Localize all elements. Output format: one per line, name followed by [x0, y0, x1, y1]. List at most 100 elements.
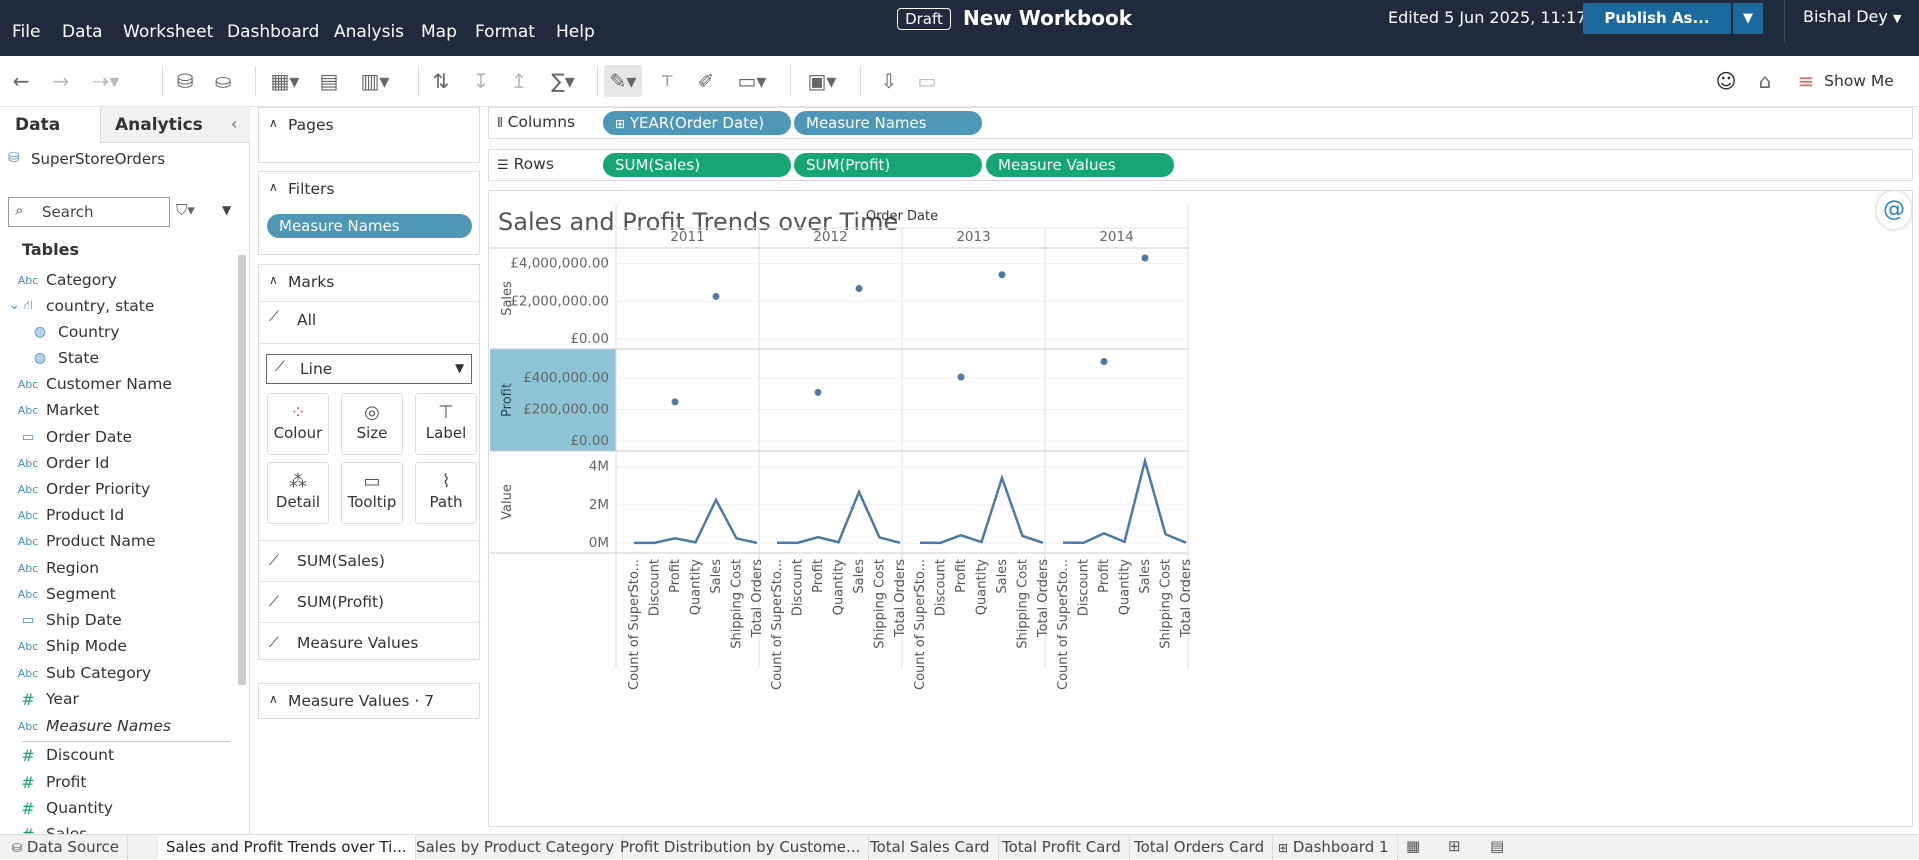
field-sub-category[interactable]: Abc Sub Category: [10, 660, 152, 686]
sort-descending-icon[interactable]: ↥: [506, 68, 532, 94]
annotate-icon[interactable]: ✐: [693, 68, 719, 94]
size-button[interactable]: ◎ Size: [341, 393, 403, 455]
user-menu[interactable]: Bishal Dey ▼: [1803, 7, 1901, 26]
menu-map[interactable]: Map: [421, 22, 457, 42]
filter-pill-measure-names[interactable]: Measure Names: [267, 214, 472, 238]
pill-year-order-date[interactable]: ⊞ YEAR(Order Date): [603, 111, 791, 135]
field-product-id[interactable]: Abc Product Id: [10, 502, 124, 528]
marks-row-measure-values[interactable]: ⟋ Measure Values: [259, 622, 481, 662]
new-worksheet-icon[interactable]: ▦▾: [268, 68, 302, 94]
publish-dropdown-button[interactable]: ▼: [1733, 3, 1763, 34]
mark-type-select[interactable]: ⟋ Line ▼: [266, 354, 472, 384]
show-me-button[interactable]: Show Me: [1824, 68, 1894, 94]
tab-sales-profit-trends[interactable]: Sales and Profit Trends over Ti...: [158, 835, 416, 860]
collapse-icon[interactable]: ∧: [269, 180, 278, 194]
menu-worksheet[interactable]: Worksheet: [123, 22, 213, 42]
collapse-pane-icon[interactable]: ‹: [231, 114, 237, 133]
new-worksheet-icon[interactable]: ▦: [1406, 837, 1420, 855]
tab-data-source[interactable]: ⛁ Data Source: [4, 835, 128, 860]
field-profit[interactable]: # Profit: [10, 769, 86, 795]
field-country[interactable]: ◍ Country: [22, 319, 120, 345]
field-measure-names[interactable]: Abc Measure Names: [10, 713, 171, 739]
menu-data[interactable]: Data: [62, 22, 103, 42]
datasource-name[interactable]: SuperStoreOrders: [31, 150, 165, 168]
tab-total-profit-card[interactable]: Total Profit Card: [994, 835, 1130, 860]
search-input[interactable]: ⌕ Search: [8, 197, 170, 227]
field-product-name[interactable]: Abc Product Name: [10, 528, 156, 554]
pill-measure-values[interactable]: Measure Values: [986, 153, 1174, 177]
colour-button[interactable]: ⁘ Colour: [267, 393, 329, 455]
new-story-icon[interactable]: ▤: [1490, 837, 1504, 855]
tab-analytics[interactable]: Analytics: [115, 115, 203, 135]
publish-button[interactable]: Publish As...: [1583, 3, 1731, 34]
text-label-icon[interactable]: ⊤: [654, 68, 680, 94]
detail-button[interactable]: ⁂ Detail: [267, 462, 329, 524]
path-button[interactable]: ⌇ Path: [415, 462, 477, 524]
field-quantity[interactable]: # Quantity: [10, 795, 113, 821]
field-ship-date[interactable]: ▭ Ship Date: [10, 607, 122, 633]
presentation-icon[interactable]: ▭: [914, 68, 940, 94]
collapse-icon[interactable]: ∧: [269, 273, 278, 287]
field-customer-name[interactable]: Abc Customer Name: [10, 371, 172, 397]
tab-dashboard-1[interactable]: ⊞ Dashboard 1: [1270, 835, 1398, 860]
collapse-icon[interactable]: ∧: [269, 692, 278, 706]
replay-icon[interactable]: ⇢▾: [86, 68, 126, 94]
field-order-id[interactable]: Abc Order Id: [10, 450, 110, 476]
pause-updates-icon[interactable]: ⛀: [210, 68, 236, 94]
show-cards-icon[interactable]: ▣▾: [802, 68, 842, 94]
pill-sum-profit[interactable]: SUM(Profit): [794, 153, 982, 177]
label-button[interactable]: ⊤ Label: [415, 393, 477, 455]
marks-all-label[interactable]: All: [297, 311, 316, 329]
field-market[interactable]: Abc Market: [10, 397, 100, 423]
format-painter-icon[interactable]: ⌂: [1752, 68, 1778, 94]
fit-icon[interactable]: ▭▾: [732, 68, 772, 94]
field-ship-mode[interactable]: Abc Ship Mode: [10, 633, 127, 659]
menu-file[interactable]: File: [12, 22, 40, 42]
new-dashboard-icon[interactable]: ⊞: [1448, 837, 1461, 855]
duplicate-sheet-icon[interactable]: ▤: [316, 68, 342, 94]
filter-icon[interactable]: ⛉▾: [176, 201, 195, 219]
pill-measure-names[interactable]: Measure Names: [794, 111, 982, 135]
show-me-icon[interactable]: ≡: [1793, 68, 1819, 94]
field-state[interactable]: ◍ State: [22, 345, 99, 371]
tab-total-sales-card[interactable]: Total Sales Card: [862, 835, 999, 860]
marks-row-sum-profit[interactable]: ⟋ SUM(Profit): [259, 581, 481, 621]
field-order-date[interactable]: ▭ Order Date: [10, 424, 132, 450]
field-discount[interactable]: # Discount: [10, 742, 114, 768]
field-label: Country: [58, 323, 120, 341]
field-segment[interactable]: Abc Segment: [10, 581, 116, 607]
download-icon[interactable]: ⇩: [876, 68, 902, 94]
menu-chevron-icon[interactable]: ▼: [222, 203, 231, 217]
tab-total-orders-card[interactable]: Total Orders Card: [1126, 835, 1274, 860]
highlight-icon[interactable]: ✎▾: [604, 65, 642, 97]
tab-sales-by-category[interactable]: Sales by Product Category: [408, 835, 624, 860]
totals-icon[interactable]: ∑▾: [548, 68, 578, 94]
new-datasource-icon[interactable]: ⛁: [172, 68, 198, 94]
collapse-icon[interactable]: ∧: [269, 116, 278, 130]
rows-shelf[interactable]: ☰ Rows SUM(Sales) SUM(Profit) Measure Va…: [488, 149, 1913, 181]
field-region[interactable]: Abc Region: [10, 555, 99, 581]
columns-shelf[interactable]: ⦀ Columns ⊞ YEAR(Order Date) Measure Nam…: [488, 107, 1913, 139]
assistant-icon[interactable]: ☺: [1713, 68, 1739, 94]
pill-sum-sales[interactable]: SUM(Sales): [603, 153, 791, 177]
tooltip-button[interactable]: ▭ Tooltip: [341, 462, 403, 524]
field-order-priority[interactable]: Abc Order Priority: [10, 476, 150, 502]
assistant-bubble-icon[interactable]: @: [1877, 191, 1911, 229]
menu-analysis[interactable]: Analysis: [334, 22, 404, 42]
sort-ascending-icon[interactable]: ↧: [468, 68, 494, 94]
clear-sheet-icon[interactable]: ▥▾: [355, 68, 395, 94]
tab-profit-distribution[interactable]: Profit Distribution by Custome...: [612, 835, 870, 860]
field-country-state[interactable]: ⌄ ⛙ country, state: [9, 293, 155, 319]
marks-row-sum-sales[interactable]: ⟋ SUM(Sales): [259, 540, 481, 580]
scrollbar[interactable]: [238, 255, 246, 685]
menu-help[interactable]: Help: [556, 22, 595, 42]
redo-icon[interactable]: →: [48, 68, 74, 94]
menu-dashboard[interactable]: Dashboard: [227, 22, 319, 42]
menu-format[interactable]: Format: [475, 22, 535, 42]
undo-icon[interactable]: ←: [8, 68, 34, 94]
field-category[interactable]: Abc Category: [10, 267, 117, 293]
field-year[interactable]: # Year: [10, 686, 79, 712]
swap-rows-columns-icon[interactable]: ⇅: [428, 68, 454, 94]
workbook-title[interactable]: New Workbook: [963, 6, 1132, 30]
tab-data[interactable]: Data: [15, 115, 60, 135]
